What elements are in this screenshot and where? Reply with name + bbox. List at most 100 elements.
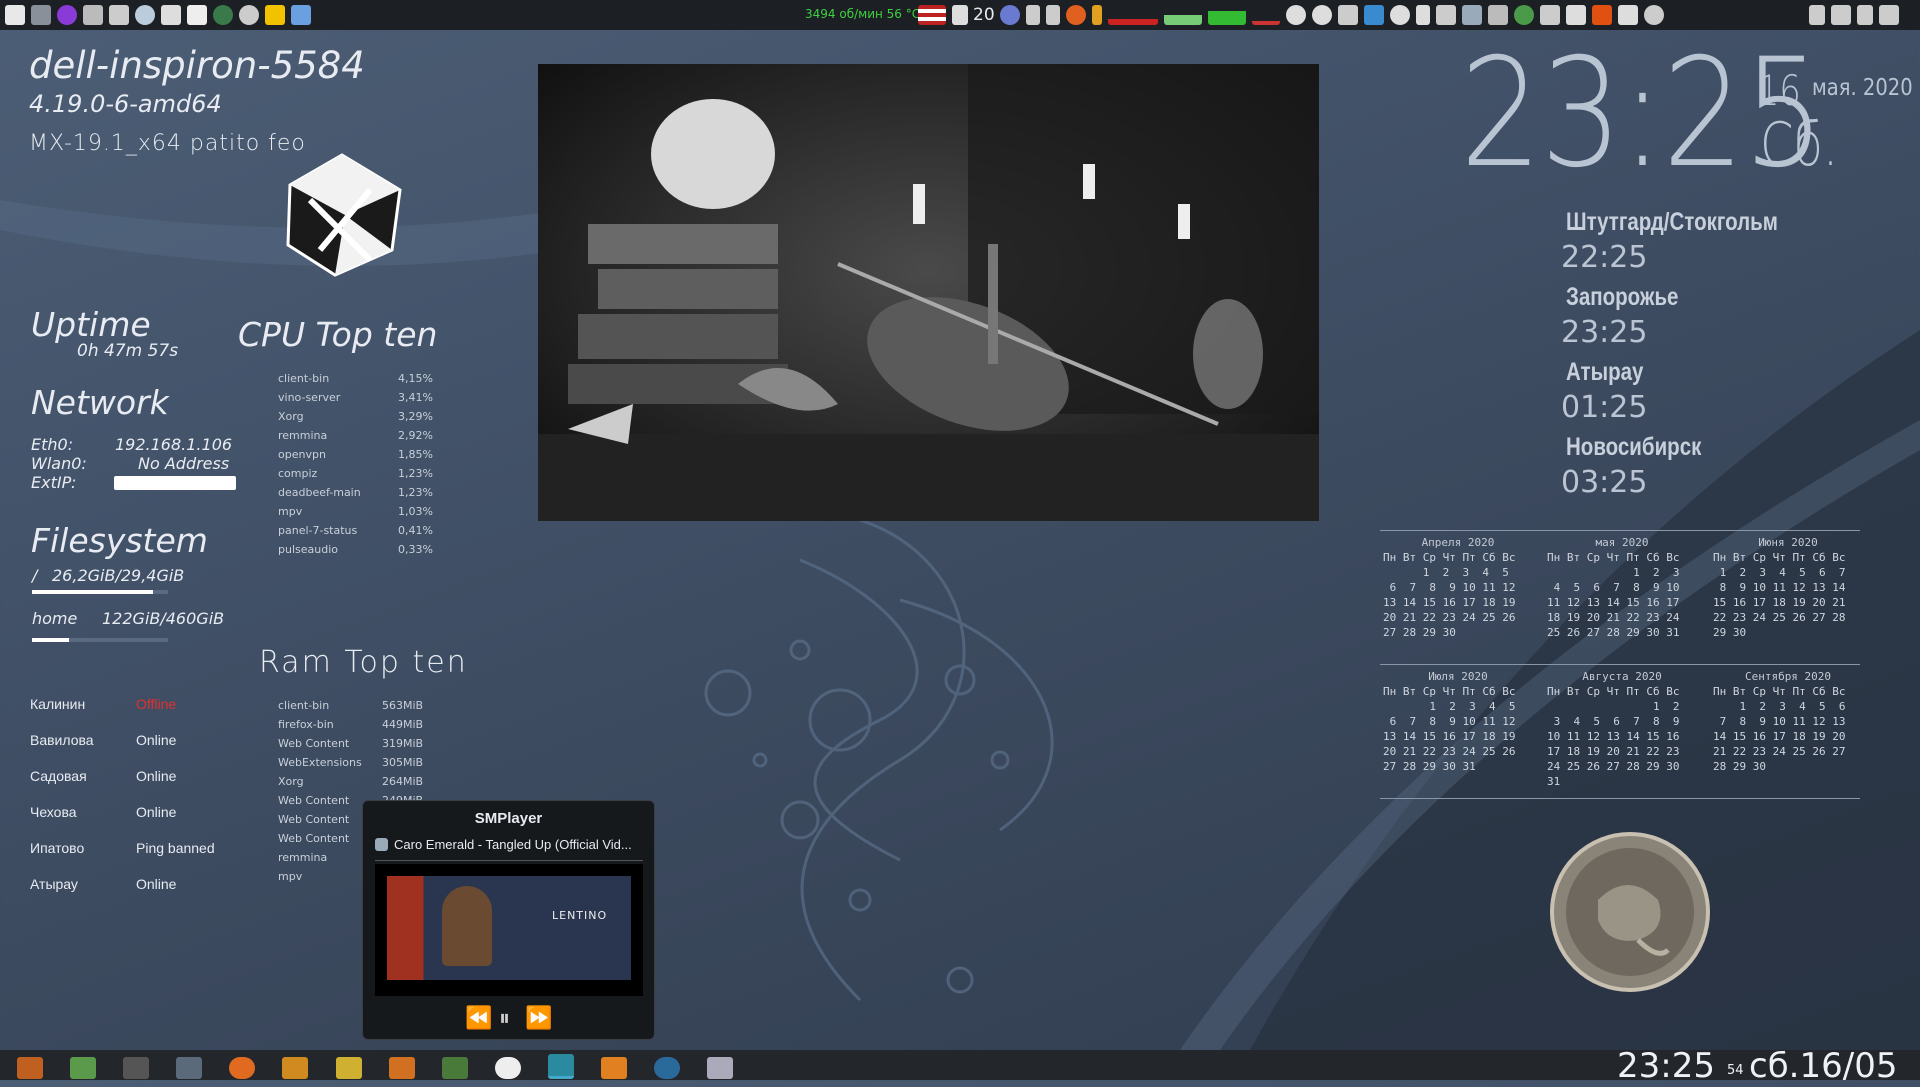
taskbar-date[interactable]: сб.16/05	[1749, 1046, 1897, 1086]
calendar-week-row: 10 11 12 13 14 15 16	[1547, 730, 1680, 743]
us-flag-icon[interactable]	[918, 5, 946, 25]
calendar-week-row: 20 21 22 23 24 25 26	[1383, 611, 1516, 624]
taskbar-player-icon[interactable]	[441, 1057, 468, 1079]
ram-process-size: 305MiB	[382, 756, 424, 769]
ping-host-name: Вавилова	[30, 732, 94, 748]
pen-icon[interactable]	[1487, 5, 1508, 25]
taskbar-remmina-icon[interactable]	[176, 1057, 203, 1079]
calendar-week-row: 1 2 3 4 5 6	[1713, 700, 1846, 713]
bluetooth-off-icon[interactable]	[1389, 5, 1410, 25]
filesystem-title: Filesystem	[31, 521, 208, 560]
taskbar-clock-seconds: 54	[1727, 1063, 1744, 1078]
window-icon[interactable]	[1879, 5, 1899, 25]
calendar-month: Июля 2020 Пн Вт Ср Чт Пт Сб Вс 1 2 3 4 5 …	[1383, 669, 1533, 774]
cpu-process-percent: 3,41%	[398, 391, 433, 404]
calendar-week-row: 1 2	[1547, 700, 1680, 713]
app-launcher-icon[interactable]	[57, 5, 77, 25]
taskbar-vlc-icon[interactable]	[601, 1057, 628, 1079]
taskbar-browser-icon[interactable]	[654, 1057, 681, 1079]
thermometer-icon[interactable]	[1539, 5, 1560, 25]
taskbar-files-icon[interactable]	[17, 1057, 43, 1079]
taskbar-firefox-icon[interactable]	[229, 1057, 256, 1079]
cpu-process-name: client-bin	[278, 372, 330, 385]
keyboard-icon[interactable]	[1617, 5, 1638, 25]
clipboard-icon[interactable]	[952, 5, 968, 25]
ping-host-name: Чехова	[30, 804, 77, 820]
play-icon[interactable]	[1513, 5, 1534, 25]
x-close-icon[interactable]	[1591, 5, 1612, 25]
taskbar-clock-time[interactable]: 23:25	[1617, 1046, 1715, 1086]
network-manager-icon[interactable]	[1363, 5, 1384, 25]
x-logo-icon[interactable]	[5, 5, 25, 25]
shoe-icon[interactable]	[1435, 5, 1456, 25]
window-list-icon[interactable]	[109, 5, 129, 25]
volume-icon[interactable]	[1025, 5, 1040, 25]
crosshair-icon[interactable]	[161, 5, 181, 25]
bulb-icon[interactable]	[1337, 5, 1358, 25]
bluetooth-icon[interactable]	[1415, 5, 1430, 25]
firefox-tray-icon[interactable]	[1065, 5, 1086, 25]
calendar-month: Апреля 2020 Пн Вт Ср Чт Пт Сб Вс 1 2 3 4 …	[1383, 535, 1533, 640]
taskbar-spreadsheet-icon[interactable]	[70, 1057, 97, 1079]
taskbar-editor-icon[interactable]	[388, 1057, 415, 1079]
big-clock-day: 16	[1758, 66, 1801, 115]
world-clock-time: 01:25	[1561, 390, 1648, 425]
taskbar-deadbeef-icon[interactable]	[494, 1057, 521, 1079]
desktop-icon[interactable]	[291, 5, 311, 25]
taskbar-window-icon[interactable]	[707, 1057, 734, 1079]
next-button[interactable]: ⏩	[525, 1006, 552, 1031]
folder-icon[interactable]	[31, 5, 51, 25]
cpu-process-percent: 1,03%	[398, 505, 433, 518]
video-thumbnail[interactable]: LENTINO	[375, 864, 643, 996]
globe-icon[interactable]	[213, 5, 233, 25]
ram-process-size: 449MiB	[382, 718, 424, 731]
taskbar-sublime-icon[interactable]	[282, 1057, 309, 1079]
still-life-photo	[538, 64, 1319, 521]
vpn-icon[interactable]	[999, 5, 1020, 25]
display-icon[interactable]	[1461, 5, 1482, 25]
workspace-count[interactable]: 20	[973, 5, 995, 25]
cpu-process-percent: 3,29%	[398, 410, 433, 423]
big-clock-month-year: мая. 2020	[1812, 75, 1913, 101]
ping-host-name: Садовая	[30, 768, 87, 784]
pause-button[interactable]: ⏸	[499, 1006, 510, 1031]
taskbar-terminal-icon[interactable]	[123, 1057, 150, 1079]
screenshot-icon[interactable]	[187, 5, 207, 25]
calendar-weekday-header: Пн Вт Ср Чт Пт Сб Вс	[1383, 551, 1516, 564]
calendar-week-row: 25 26 27 28 29 30 31	[1547, 626, 1680, 639]
taskbar-thunar-icon[interactable]	[335, 1057, 362, 1079]
contrast-icon[interactable]	[1311, 5, 1332, 25]
notification-bell-icon[interactable]	[1809, 5, 1825, 25]
eye-icon[interactable]	[135, 5, 155, 25]
calendar-month-title: Июля 2020	[1428, 670, 1488, 683]
taskbar-smplayer-icon[interactable]	[547, 1054, 574, 1079]
db-icon[interactable]	[1285, 5, 1306, 25]
calendar-month-title: Сентября 2020	[1744, 670, 1832, 683]
calendar-week-row: 18 19 20 21 22 23 24	[1547, 611, 1680, 624]
previous-button[interactable]: ⏪	[465, 1006, 492, 1031]
calendar-weekday-header: Пн Вт Ср Чт Пт Сб Вс	[1383, 685, 1516, 698]
cpu-process-name: panel-7-status	[278, 524, 358, 537]
ram-process-name: Xorg	[278, 775, 304, 788]
network-graph	[1207, 5, 1246, 25]
trash-icon[interactable]	[1857, 5, 1873, 25]
singer-figure	[442, 886, 492, 966]
cpu-top-title: CPU Top ten	[238, 315, 438, 354]
calendar-week-row: 7 8 9 10 11 12 13	[1713, 715, 1846, 728]
cpu-process-name: Xorg	[278, 410, 304, 423]
printer-icon[interactable]	[1831, 5, 1851, 25]
mic-icon[interactable]	[1045, 5, 1060, 25]
cpu-process-percent: 0,33%	[398, 543, 433, 556]
ping-host-name: Атырау	[30, 876, 78, 892]
smplayer-preview-window[interactable]: SMPlayer Caro Emerald - Tangled Up (Offi…	[362, 800, 655, 1040]
cloud-icon[interactable]	[1643, 5, 1664, 25]
star-icon[interactable]	[265, 5, 285, 25]
monitor-icon[interactable]	[83, 5, 103, 25]
calendar-week-row: 24 25 26 27 28 29 30	[1547, 760, 1680, 773]
world-clock-city: Новосибирск	[1566, 433, 1702, 461]
calendar-weekday-header: Пн Вт Ср Чт Пт Сб Вс	[1547, 551, 1680, 564]
network-title: Network	[31, 383, 169, 422]
updates-icon[interactable]	[1565, 5, 1586, 25]
ram-process-name: WebExtensions	[278, 756, 362, 769]
aperture-icon[interactable]	[239, 5, 259, 25]
